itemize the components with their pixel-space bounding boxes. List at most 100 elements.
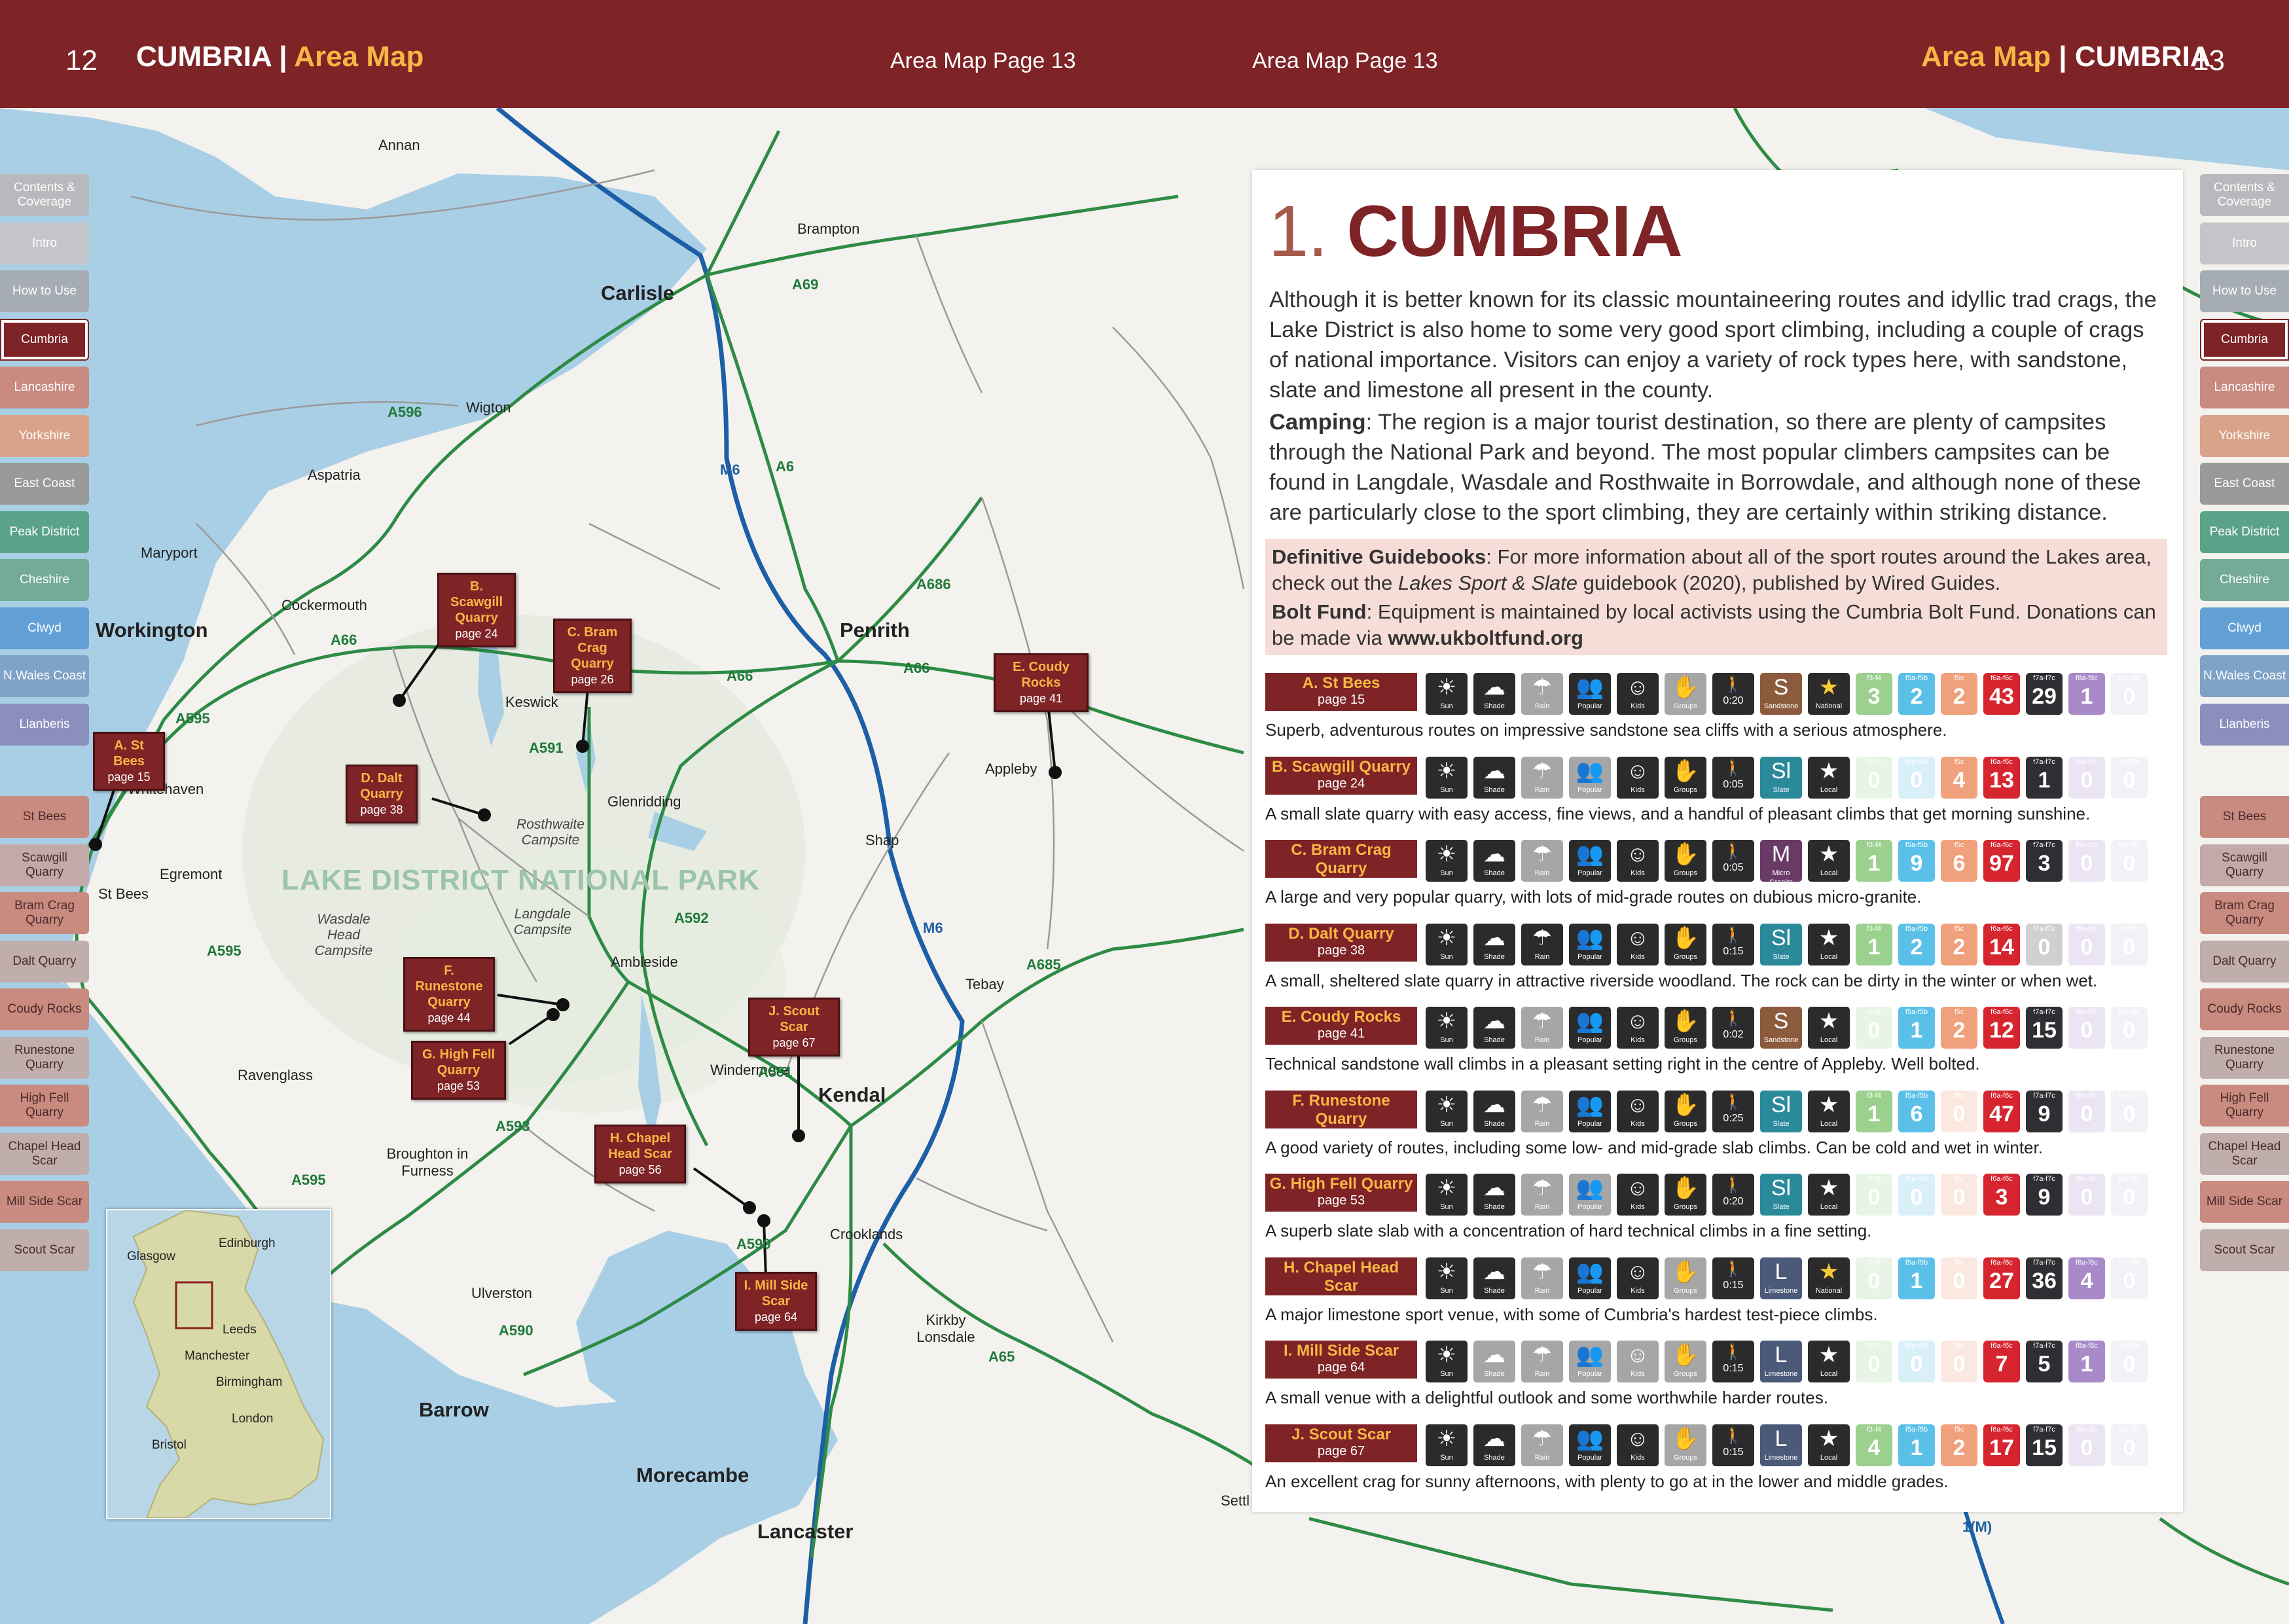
crag-row: C. Bram Crag Quarry page 26 ☀ Sun ☁ Shade ☂ Rai…	[1265, 840, 2169, 907]
grade-band-label: f5c	[1954, 1342, 1964, 1350]
kids-label: Kids	[1631, 1370, 1645, 1378]
rock-type-badge: Sl Slate	[1760, 923, 1802, 965]
map-crag-label-h[interactable]: H. Chapel Head Scar page 56	[594, 1125, 686, 1183]
kids-icon: ☺ Kids	[1617, 1090, 1659, 1132]
grade-count: 15	[2032, 1018, 2057, 1043]
grade-count: 0	[2080, 1101, 2093, 1127]
tab-peak-district[interactable]: Peak District	[2200, 511, 2289, 553]
tab-cumbria[interactable]: Cumbria	[0, 318, 89, 361]
road-label: A596	[388, 404, 422, 420]
tab-llanberis[interactable]: Llanberis	[0, 703, 89, 746]
sun-glyph: ☀	[1436, 1176, 1457, 1200]
crag-row-name[interactable]: I. Mill Side Scar page 64	[1265, 1341, 1417, 1379]
tab-intro[interactable]: Intro	[2200, 222, 2289, 264]
grade-band-label: f9a-f9c	[2118, 1175, 2140, 1183]
crag-tab-dalt-quarry[interactable]: Dalt Quarry	[0, 940, 89, 983]
crag-row-name[interactable]: B. Scawgill Quarry page 24	[1265, 756, 1417, 795]
grade-count-f8a-f8c: f8a-f8c 0	[2068, 1174, 2105, 1216]
groups-glyph: ✋	[1671, 1343, 1700, 1367]
tab-n-wales-coast[interactable]: N.Wales Coast	[2200, 655, 2289, 697]
crag-tab-coudy-rocks[interactable]: Coudy Rocks	[0, 988, 89, 1030]
inset-city-label: Birmingham	[216, 1375, 283, 1389]
crag-tab-scawgill-quarry[interactable]: Scawgill Quarry	[2200, 844, 2289, 886]
crag-row-name[interactable]: G. High Fell Quarry page 53	[1265, 1174, 1417, 1212]
crag-tab-runestone-quarry[interactable]: Runestone Quarry	[0, 1036, 89, 1079]
tab-n-wales-coast[interactable]: N.Wales Coast	[0, 655, 89, 697]
crag-row-name[interactable]: E. Coudy Rocks page 41	[1265, 1007, 1417, 1045]
tab-cheshire[interactable]: Cheshire	[0, 559, 89, 601]
crag-tab-scawgill-quarry[interactable]: Scawgill Quarry	[0, 844, 89, 886]
sun-glyph: ☀	[1436, 1009, 1457, 1034]
tab-lancashire[interactable]: Lancashire	[2200, 367, 2289, 408]
crag-tab-scout-scar[interactable]: Scout Scar	[2200, 1229, 2289, 1271]
map-crag-label-a[interactable]: A. St Bees page 15	[93, 732, 165, 791]
place-label-wigton: Wigton	[466, 399, 511, 416]
map-crag-label-f[interactable]: F. Runestone Quarry page 44	[403, 957, 495, 1032]
left-page-number: 12	[65, 45, 98, 77]
grade-band-label: f5a-f5b	[1905, 674, 1928, 682]
crag-tab-runestone-quarry[interactable]: Runestone Quarry	[2200, 1036, 2289, 1079]
inset-city-label: Glasgow	[127, 1250, 175, 1263]
crag-tab-dalt-quarry[interactable]: Dalt Quarry	[2200, 940, 2289, 983]
star-glyph: ★	[1818, 1426, 1839, 1451]
tab-how-to-use[interactable]: How to Use	[2200, 270, 2289, 312]
map-crag-label-b[interactable]: B. Scawgill Quarry page 24	[437, 573, 516, 647]
grade-count-f5a-f5b: f5a-f5b 0	[1898, 1174, 1935, 1216]
map-crag-label-d[interactable]: D. Dalt Quarry page 38	[346, 765, 418, 823]
tab-clwyd[interactable]: Clwyd	[2200, 607, 2289, 649]
crag-tab-high-fell-quarry[interactable]: High Fell Quarry	[2200, 1085, 2289, 1127]
tab-contents-coverage[interactable]: Contents & Coverage	[2200, 174, 2289, 216]
kids-icon: ☺ Kids	[1617, 840, 1659, 882]
rain-label: Rain	[1534, 702, 1550, 710]
tab-contents-coverage[interactable]: Contents & Coverage	[0, 174, 89, 216]
crag-tab-st-bees[interactable]: St Bees	[0, 796, 89, 838]
grade-count-f8a-f8c: f8a-f8c 1	[2068, 673, 2105, 715]
tab-clwyd[interactable]: Clwyd	[0, 607, 89, 649]
crag-row-name[interactable]: D. Dalt Quarry page 38	[1265, 923, 1417, 962]
tab-llanberis[interactable]: Llanberis	[2200, 703, 2289, 746]
kids-label: Kids	[1631, 1119, 1645, 1128]
crag-tab-scout-scar[interactable]: Scout Scar	[0, 1229, 89, 1271]
crag-row-name[interactable]: J. Scout Scar page 67	[1265, 1424, 1417, 1462]
crag-row-name[interactable]: H. Chapel Head Scar page 56	[1265, 1257, 1417, 1310]
map-crag-label-i[interactable]: I. Mill Side Scar page 64	[735, 1272, 817, 1331]
map-crag-label-g[interactable]: G. High Fell Quarry page 53	[411, 1041, 506, 1100]
crag-label-name: J. Scout Scar	[768, 1004, 820, 1034]
crag-tab-high-fell-quarry[interactable]: High Fell Quarry	[0, 1085, 89, 1127]
grade-band-label: f8a-f8c	[2076, 1008, 2098, 1016]
crag-tab-mill-side-scar[interactable]: Mill Side Scar	[2200, 1181, 2289, 1223]
map-crag-label-c[interactable]: C. Bram Crag Quarry page 26	[553, 619, 632, 693]
crag-tab-bram-crag-quarry[interactable]: Bram Crag Quarry	[0, 892, 89, 934]
crag-tab-mill-side-scar[interactable]: Mill Side Scar	[0, 1181, 89, 1223]
tab-yorkshire[interactable]: Yorkshire	[2200, 414, 2289, 457]
bolt-fund-link[interactable]: www.ukboltfund.org	[1388, 626, 1583, 649]
rock-type-name: Sandstone	[1763, 702, 1799, 710]
map-crag-label-j[interactable]: J. Scout Scar page 67	[748, 998, 840, 1056]
tab-east-coast[interactable]: East Coast	[0, 463, 89, 505]
grade-band-label: f3-f4	[1866, 1175, 1881, 1183]
tab-intro[interactable]: Intro	[0, 222, 89, 264]
tab-how-to-use[interactable]: How to Use	[0, 270, 89, 312]
tab-peak-district[interactable]: Peak District	[0, 511, 89, 553]
crag-tab-chapel-head-scar[interactable]: Chapel Head Scar	[0, 1132, 89, 1175]
tab-lancashire[interactable]: Lancashire	[0, 367, 89, 408]
crag-description: A small slate quarry with easy access, f…	[1265, 803, 2091, 823]
crag-row-name[interactable]: A. St Bees page 15	[1265, 673, 1417, 711]
grade-count-f5a-f5b: f5a-f5b 2	[1898, 673, 1935, 715]
shade-glyph: ☁	[1483, 1009, 1505, 1034]
tab-yorkshire[interactable]: Yorkshire	[0, 414, 89, 457]
kids-label: Kids	[1631, 702, 1645, 710]
crag-tab-bram-crag-quarry[interactable]: Bram Crag Quarry	[2200, 892, 2289, 934]
crag-tab-coudy-rocks[interactable]: Coudy Rocks	[2200, 988, 2289, 1030]
tab-cheshire[interactable]: Cheshire	[2200, 559, 2289, 601]
shade-glyph: ☁	[1483, 1176, 1505, 1200]
map-crag-label-e[interactable]: E. Coudy Rocks page 41	[994, 653, 1089, 712]
crag-row-name[interactable]: F. Runestone Quarry page 44	[1265, 1090, 1417, 1143]
tab-cumbria[interactable]: Cumbria	[2200, 318, 2289, 361]
crag-row-title: D. Dalt Quarry	[1288, 924, 1394, 943]
rock-type-letter: Sl	[1771, 925, 1792, 950]
crag-tab-chapel-head-scar[interactable]: Chapel Head Scar	[2200, 1132, 2289, 1175]
crag-row-name[interactable]: C. Bram Crag Quarry page 26	[1265, 840, 1417, 892]
crag-tab-st-bees[interactable]: St Bees	[2200, 796, 2289, 838]
tab-east-coast[interactable]: East Coast	[2200, 463, 2289, 505]
